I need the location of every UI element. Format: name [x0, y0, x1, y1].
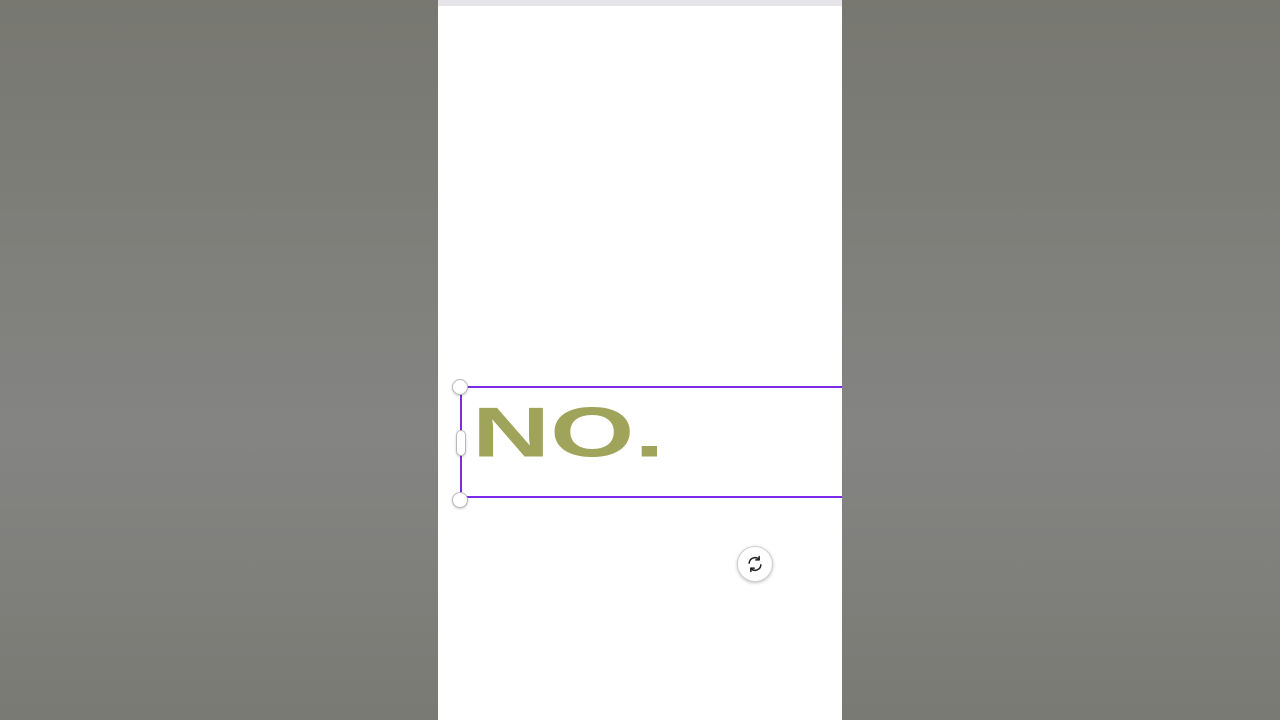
background-right	[842, 0, 1280, 720]
rotate-button[interactable]	[737, 546, 773, 582]
selected-text-box[interactable]: NO.	[460, 386, 842, 498]
canvas-top-bar	[438, 0, 842, 6]
left-middle-handle[interactable]	[456, 430, 466, 456]
headline-clip: BU	[438, 248, 842, 328]
background-left	[0, 0, 438, 720]
rotate-icon	[748, 555, 762, 573]
top-left-handle[interactable]	[452, 379, 468, 395]
bottom-left-handle[interactable]	[452, 492, 468, 508]
design-canvas[interactable]: BU NO.	[438, 0, 842, 720]
selected-text[interactable]: NO.	[472, 398, 664, 469]
